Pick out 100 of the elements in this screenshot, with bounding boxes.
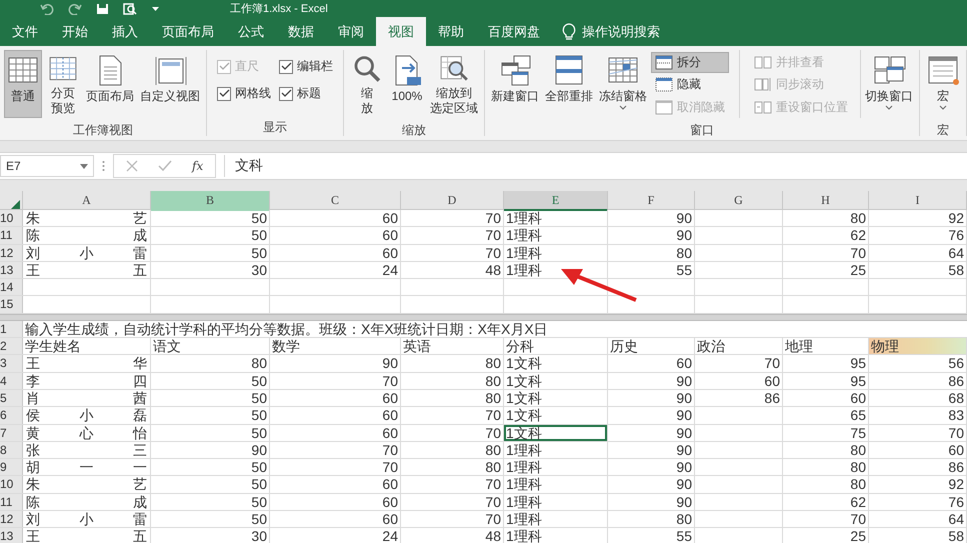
- row-header[interactable]: 9: [0, 459, 23, 476]
- ribbon-button[interactable]: 100%: [388, 50, 426, 118]
- column-header[interactable]: H: [783, 191, 869, 211]
- formula-field[interactable]: 文科: [224, 155, 967, 177]
- ribbon-tab[interactable]: 页面布局: [150, 17, 226, 46]
- checkbox[interactable]: 标题: [279, 85, 333, 102]
- table-cell: 李四: [23, 372, 151, 389]
- table-cell: 90: [151, 442, 270, 458]
- table-cell: 60: [270, 424, 401, 441]
- row-header[interactable]: 11: [0, 227, 23, 244]
- save-icon[interactable]: [96, 2, 109, 14]
- table-cell: 90: [608, 476, 695, 493]
- row-header[interactable]: 13: [0, 262, 23, 278]
- table-cell: 王五: [23, 528, 151, 543]
- ribbon-button[interactable]: 全部重排: [543, 50, 595, 118]
- table-cell: 58: [869, 528, 967, 543]
- table-cell: 60: [270, 227, 401, 244]
- ribbon-button[interactable]: 切换窗口: [863, 50, 915, 118]
- ribbon-button[interactable]: 拆分: [651, 52, 729, 74]
- ribbon-button[interactable]: 普通: [4, 50, 42, 118]
- ribbon-button[interactable]: 冻结窗格: [597, 50, 649, 118]
- ribbon-button[interactable]: 缩放到 选定区域: [428, 50, 480, 118]
- row-header[interactable]: 2: [0, 338, 23, 354]
- ribbon-button[interactable]: 缩 放: [348, 50, 386, 118]
- column-header[interactable]: I: [869, 191, 967, 211]
- close-icon[interactable]: [126, 160, 138, 172]
- group-label: 窗口: [689, 122, 715, 139]
- table-cell: 95: [783, 372, 869, 389]
- redo-icon[interactable]: [68, 2, 82, 14]
- column-header[interactable]: E: [504, 191, 608, 211]
- ribbon-button[interactable]: 新建窗口: [489, 50, 541, 118]
- ribbon-button[interactable]: 页面布局: [84, 50, 136, 118]
- row-header[interactable]: 11: [0, 494, 23, 510]
- table-cell: 70: [401, 210, 504, 226]
- table-cell: 80: [783, 459, 869, 476]
- undo-icon[interactable]: [40, 2, 54, 14]
- row-header[interactable]: 10: [0, 210, 23, 226]
- ribbon-tab[interactable]: 帮助: [426, 17, 476, 46]
- row-header[interactable]: 15: [0, 296, 23, 313]
- column-header[interactable]: B: [151, 191, 270, 211]
- print-preview-icon[interactable]: [123, 2, 137, 14]
- row-header[interactable]: 1: [0, 320, 23, 338]
- table-cell: 学生姓名: [23, 338, 151, 354]
- table-cell: 1文科: [504, 355, 608, 372]
- table-cell: 英语: [401, 338, 504, 354]
- table-cell: 1理科: [504, 494, 608, 510]
- table-cell: 1文科: [504, 372, 608, 389]
- row-header[interactable]: 14: [0, 279, 23, 296]
- table-cell: 50: [151, 476, 270, 493]
- table-cell: 70: [401, 407, 504, 424]
- checkbox[interactable]: 编辑栏: [279, 58, 333, 75]
- search-field[interactable]: 操作说明搜索: [580, 23, 684, 40]
- column-header[interactable]: G: [695, 191, 783, 211]
- row-header[interactable]: 7: [0, 424, 23, 441]
- ribbon-tab[interactable]: 开始: [50, 17, 100, 46]
- ribbon-tab[interactable]: 百度网盘: [476, 17, 552, 46]
- check-icon: [218, 62, 230, 71]
- table-cell: 70: [401, 494, 504, 510]
- table-cell: 76: [869, 494, 967, 510]
- ribbon-button[interactable]: 自定义视图: [138, 50, 202, 118]
- row-header[interactable]: 13: [0, 528, 23, 543]
- table-cell: 70: [783, 511, 869, 528]
- table-cell: 70: [401, 227, 504, 244]
- row-header[interactable]: 3: [0, 355, 23, 372]
- row-header[interactable]: 12: [0, 511, 23, 528]
- row-header[interactable]: 4: [0, 372, 23, 389]
- table-cell: 58: [869, 262, 967, 278]
- ribbon-tab[interactable]: 公式: [226, 17, 276, 46]
- table-cell: 90: [608, 442, 695, 458]
- ribbon-button[interactable]: 分页 预览: [44, 50, 82, 118]
- ribbon-tab[interactable]: 插入: [100, 17, 150, 46]
- checkbox[interactable]: 网格线: [217, 85, 271, 102]
- ribbon-tab[interactable]: 审阅: [326, 17, 376, 46]
- check-icon[interactable]: [158, 160, 172, 172]
- ribbon-tab[interactable]: 视图: [376, 17, 426, 46]
- column-header[interactable]: C: [270, 191, 401, 211]
- table-cell: 1理科: [504, 511, 608, 528]
- row-header[interactable]: 6: [0, 407, 23, 424]
- check-icon: [280, 62, 292, 71]
- row-header[interactable]: 8: [0, 442, 23, 458]
- caret-icon[interactable]: [151, 6, 160, 12]
- table-cell: 48: [401, 528, 504, 543]
- check-icon: [280, 89, 292, 98]
- ribbon-tab[interactable]: 文件: [0, 17, 50, 46]
- name-box[interactable]: E7: [0, 155, 94, 177]
- ribbon-button[interactable]: 宏: [924, 50, 962, 118]
- column-header[interactable]: F: [608, 191, 695, 211]
- row-header[interactable]: 5: [0, 390, 23, 406]
- table-cell: 62: [783, 227, 869, 244]
- ribbon-button[interactable]: 隐藏: [651, 74, 729, 96]
- row-header[interactable]: 10: [0, 476, 23, 493]
- window-title: 工作簿1.xlsx - Excel: [230, 2, 328, 16]
- table-cell: 分科: [504, 338, 608, 354]
- split-icon: [655, 54, 673, 72]
- row-header[interactable]: 12: [0, 244, 23, 261]
- table-cell: 80: [401, 442, 504, 458]
- table-cell: 30: [151, 262, 270, 278]
- table-cell: 30: [151, 528, 270, 543]
- ribbon-tab[interactable]: 数据: [276, 17, 326, 46]
- function-button[interactable]: fx: [192, 159, 204, 173]
